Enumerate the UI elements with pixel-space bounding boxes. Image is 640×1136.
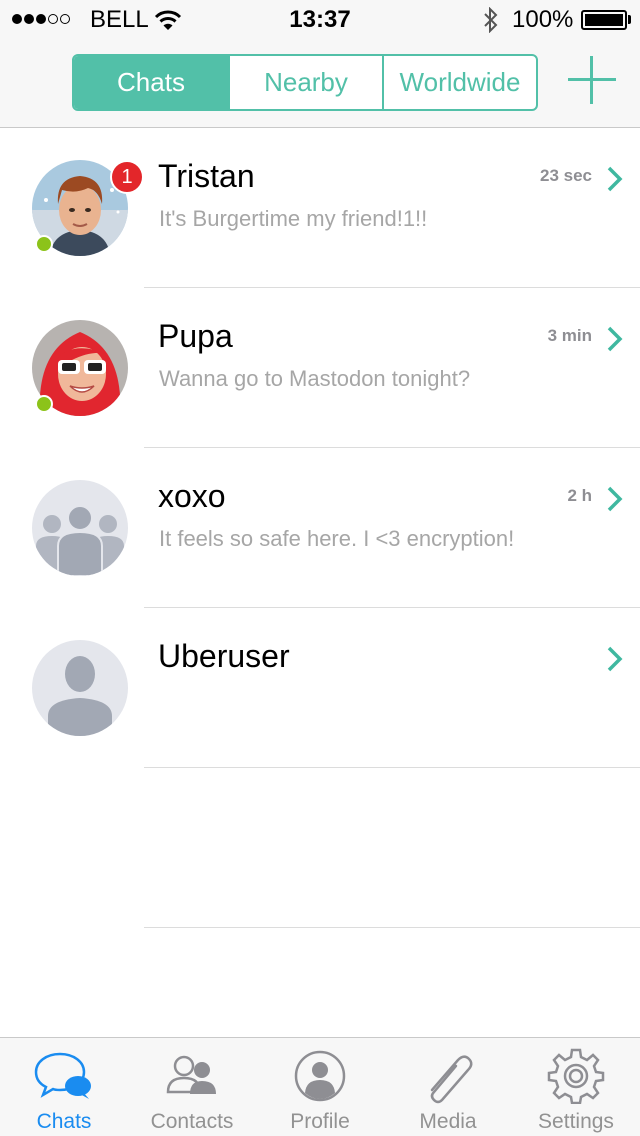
segmented-control: Chats Nearby Worldwide	[72, 54, 538, 111]
chat-last-message: Wanna go to Mastodon tonight?	[159, 366, 471, 391]
chevron-right-icon	[607, 326, 623, 352]
chevron-right-icon	[607, 486, 623, 512]
tab-media[interactable]: Media	[384, 1038, 512, 1136]
chat-list: 1 Tristan It's Burgertime my friend!1!! …	[0, 128, 640, 928]
segment-worldwide[interactable]: Worldwide	[384, 56, 536, 109]
row-separator	[144, 927, 640, 928]
nav-bar: Chats Nearby Worldwide	[0, 40, 640, 128]
tab-label: Media	[419, 1110, 477, 1133]
status-bar: BELL 13:37 100%	[0, 0, 640, 40]
empty-row	[0, 768, 640, 928]
gear-icon	[547, 1048, 605, 1104]
chat-row-tristan[interactable]: 1 Tristan It's Burgertime my friend!1!! …	[0, 128, 640, 288]
chevron-right-icon	[607, 166, 623, 192]
chevron-right-icon	[607, 646, 623, 672]
segment-chats[interactable]: Chats	[74, 56, 230, 109]
chat-last-message: It feels so safe here. I <3 encryption!	[159, 526, 515, 551]
tab-chats[interactable]: Chats	[0, 1038, 128, 1136]
chat-time: 23 sec	[540, 166, 592, 185]
tab-contacts[interactable]: Contacts	[128, 1038, 256, 1136]
segment-nearby[interactable]: Nearby	[230, 56, 384, 109]
chat-name: Pupa	[158, 318, 233, 354]
chat-name: Uberuser	[158, 638, 290, 674]
tab-label: Settings	[538, 1110, 614, 1133]
profile-icon	[294, 1050, 346, 1102]
online-indicator	[35, 395, 53, 413]
chat-name: xoxo	[158, 478, 226, 514]
chat-time: 2 h	[567, 486, 592, 505]
tab-label: Contacts	[150, 1110, 234, 1133]
person-avatar-icon	[32, 640, 128, 736]
paperclip-icon	[430, 1055, 473, 1104]
tab-settings[interactable]: Settings	[512, 1038, 640, 1136]
battery-cap	[628, 15, 631, 24]
chat-time: 3 min	[547, 326, 592, 345]
chat-last-message: It's Burgertime my friend!1!!	[159, 206, 428, 231]
battery-percent: 100%	[512, 6, 574, 33]
plus-icon[interactable]	[568, 56, 616, 104]
battery-icon	[581, 10, 627, 30]
unread-badge: 1	[110, 160, 144, 194]
contacts-icon	[166, 1055, 216, 1094]
bluetooth-icon	[484, 7, 498, 33]
chat-bubbles-icon	[34, 1052, 91, 1099]
tab-label: Profile	[290, 1110, 350, 1133]
tab-profile[interactable]: Profile	[256, 1038, 384, 1136]
tab-bar: Chats Contacts Profile Media Settings	[0, 1037, 640, 1136]
chat-row-xoxo[interactable]: xoxo It feels so safe here. I <3 encrypt…	[0, 448, 640, 608]
group-avatar-icon	[32, 480, 128, 576]
tab-label: Chats	[36, 1110, 92, 1133]
chat-row-pupa[interactable]: Pupa Wanna go to Mastodon tonight? 3 min	[0, 288, 640, 448]
online-indicator	[35, 235, 53, 253]
chat-row-uberuser[interactable]: Uberuser	[0, 608, 640, 768]
chat-name: Tristan	[158, 158, 255, 194]
